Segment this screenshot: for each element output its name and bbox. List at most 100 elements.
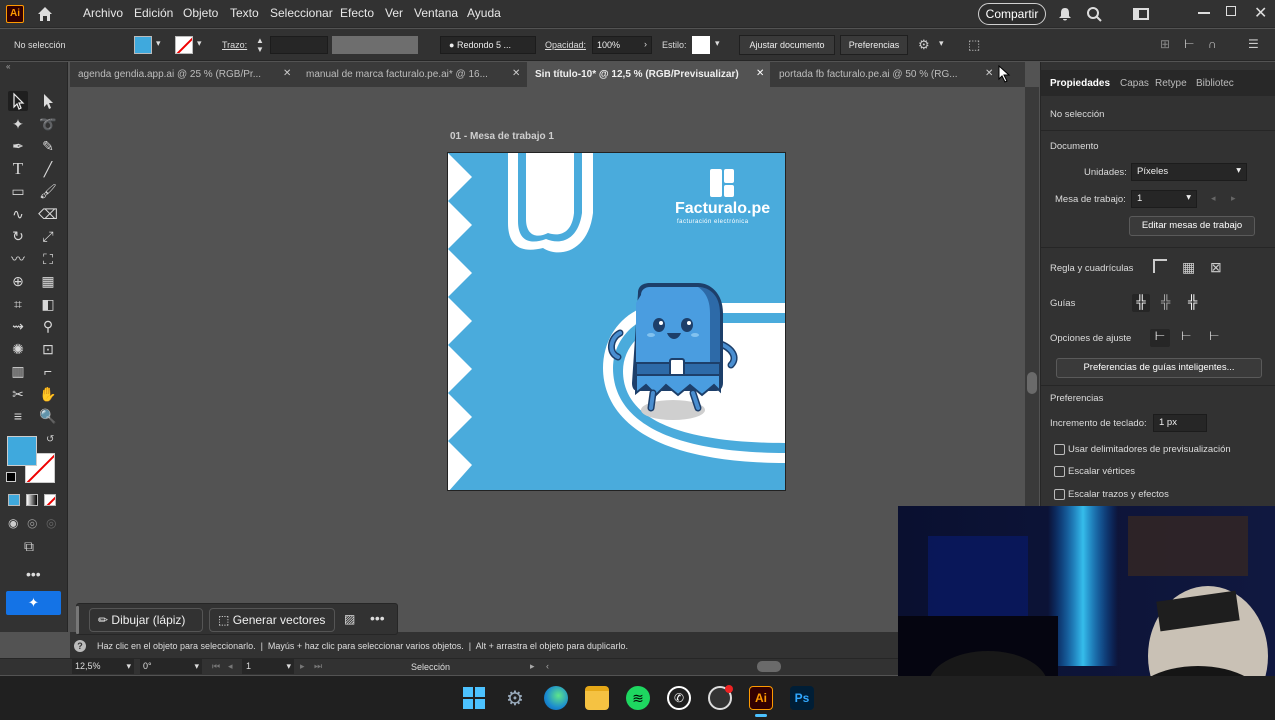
zoom-field[interactable]: 12,5% ▾ (72, 659, 134, 674)
workspace-icon[interactable] (1133, 8, 1149, 20)
prev-artboard-icon[interactable]: ◂ (1211, 193, 1216, 204)
gradient-icon[interactable]: ◧ (38, 294, 58, 314)
opacity-input[interactable]: 100% (592, 36, 652, 54)
stepper-icon[interactable]: ▲ ▼ (256, 36, 264, 54)
image-icon[interactable]: ▨ (344, 612, 355, 626)
close-icon[interactable]: ✕ (283, 68, 291, 79)
lock-guides-icon[interactable]: ╬ (1161, 294, 1170, 309)
scroll-thumb[interactable] (1027, 372, 1037, 394)
perspective-icon[interactable]: ▦ (38, 271, 58, 291)
swap-colors-icon[interactable]: ↺ (46, 434, 54, 445)
snap-pixel-icon[interactable]: ⊢ (1181, 329, 1191, 343)
style-swatch[interactable] (692, 36, 710, 54)
graph-tool-icon[interactable]: ▥ (8, 361, 28, 381)
tab-agenda[interactable]: agenda gendia.app.ai @ 25 % (RGB/Pr... (70, 62, 302, 87)
keyboard-increment-input[interactable]: 1 px (1153, 414, 1207, 432)
tab-bibliotecas[interactable]: Bibliotec (1196, 78, 1234, 89)
whatsapp-icon[interactable]: ✆ (667, 686, 691, 710)
chevron-down-icon[interactable]: ▾ (715, 38, 720, 49)
photoshop-icon[interactable]: Ps (790, 686, 814, 710)
stroke-swatch[interactable] (175, 36, 193, 54)
horizontal-scroll-thumb[interactable] (757, 661, 781, 672)
restore-icon[interactable] (1226, 6, 1236, 16)
export-icon[interactable]: ⬚ (968, 37, 980, 53)
variable-width-profile[interactable] (332, 36, 418, 54)
transform-icon[interactable]: ∩ (1208, 37, 1217, 51)
tab-retype[interactable]: Retype (1155, 78, 1187, 89)
ruler-icon[interactable] (1153, 259, 1167, 273)
next-artboard-icon[interactable]: ▸ (300, 661, 305, 672)
collapse-icon[interactable]: « (6, 62, 10, 71)
type-tool-icon[interactable]: T (8, 159, 28, 179)
preferences-button[interactable]: Preferencias (840, 35, 908, 55)
shaper-icon[interactable]: ∿ (8, 204, 28, 224)
curvature-icon[interactable]: ✎ (38, 136, 58, 156)
edit-artboards-button[interactable]: Editar mesas de trabajo (1129, 216, 1255, 236)
draw-inside-icon[interactable]: ◎ (46, 516, 56, 530)
chart-tool-icon[interactable]: ≡ (8, 406, 28, 426)
distribute-icon[interactable]: ⊞ (1160, 37, 1170, 51)
lasso-icon[interactable]: ➰ (38, 114, 58, 134)
fill-color-box[interactable] (7, 436, 37, 466)
tab-manual[interactable]: manual de marca facturalo.pe.ai* @ 16... (298, 62, 530, 87)
menu-ver[interactable]: Ver (385, 6, 403, 20)
pen-tool-icon[interactable]: ✒ (8, 136, 28, 156)
drag-handle-icon[interactable] (76, 606, 79, 634)
opacity-label[interactable]: Opacidad: (545, 40, 586, 50)
selection-tool-icon[interactable] (8, 91, 28, 111)
close-icon[interactable]: ✕ (756, 68, 764, 79)
share-button[interactable]: Compartir (978, 3, 1046, 25)
pixel-grid-icon[interactable]: ⊠ (1210, 259, 1222, 276)
menu-ventana[interactable]: Ventana (414, 6, 458, 20)
gradient-mode-icon[interactable] (26, 494, 38, 506)
artboard[interactable]: Facturalo.pe facturación electrónica (447, 152, 786, 491)
grid-icon[interactable]: ▦ (1182, 259, 1195, 276)
more-options-icon[interactable]: ••• (370, 610, 385, 626)
rotate-icon[interactable]: ↻ (8, 226, 28, 246)
rectangle-tool-icon[interactable]: ▭ (8, 181, 28, 201)
menu-edicion[interactable]: Edición (134, 6, 173, 20)
artboard-name[interactable]: 01 - Mesa de trabajo 1 (450, 131, 554, 142)
draw-pencil-button[interactable]: ✏ Dibujar (lápiz) (89, 608, 203, 632)
shape-builder-icon[interactable]: ⊕ (8, 271, 28, 291)
tab-capas[interactable]: Capas (1120, 78, 1149, 89)
menu-seleccionar[interactable]: Seleccionar (270, 6, 333, 20)
align-icon[interactable]: ⚙ (918, 37, 930, 53)
none-mode-icon[interactable] (44, 494, 56, 506)
close-icon[interactable]: ✕ (512, 68, 520, 79)
close-icon[interactable]: ✕ (985, 68, 993, 79)
free-transform-icon[interactable]: ⛶ (38, 249, 58, 269)
smart-guides-icon[interactable]: ╬ (1188, 294, 1197, 309)
edge-icon[interactable] (544, 686, 568, 710)
menu-objeto[interactable]: Objeto (183, 6, 218, 20)
magic-wand-icon[interactable]: ✦ (8, 114, 28, 134)
scale-icon[interactable]: ⤢ (38, 226, 58, 246)
menu-texto[interactable]: Texto (230, 6, 259, 20)
eraser-icon[interactable]: ⌫ (38, 204, 58, 224)
preview-bounds-checkbox[interactable] (1054, 444, 1065, 455)
stroke-weight-input[interactable] (270, 36, 328, 54)
chevron-down-icon[interactable]: ▾ (939, 38, 944, 49)
artboard-nav-field[interactable]: 1 ▾ (242, 659, 294, 674)
smart-guides-prefs-button[interactable]: Preferencias de guías inteligentes... (1056, 358, 1262, 378)
more-tools-icon[interactable]: ••• (26, 566, 41, 582)
chevron-left-icon[interactable]: ‹ (546, 661, 549, 671)
rotation-field[interactable]: 0° ▾ (140, 659, 202, 674)
screen-mode-icon[interactable]: ⧉ (24, 538, 34, 555)
play-icon[interactable]: ▸ (530, 661, 535, 672)
first-artboard-icon[interactable]: ⏮ (212, 661, 220, 672)
direct-selection-icon[interactable] (38, 91, 58, 111)
illustrator-icon[interactable]: Ai (749, 686, 773, 710)
menu-archivo[interactable]: Archivo (83, 6, 123, 20)
chevron-down-icon[interactable]: ▾ (197, 38, 202, 49)
stroke-label[interactable]: Trazo: (222, 40, 247, 50)
canvas[interactable]: 01 - Mesa de trabajo 1 Facturalo.pe fact… (70, 64, 1025, 632)
spotify-icon[interactable]: ≋ (626, 686, 650, 710)
scale-corners-checkbox[interactable] (1054, 466, 1065, 477)
tab-portada[interactable]: portada fb facturalo.pe.ai @ 50 % (RG... (771, 62, 1003, 87)
brush-definition[interactable]: ● Redondo 5 ... (440, 36, 536, 54)
last-artboard-icon[interactable]: ⏭ (314, 661, 322, 672)
obs-icon[interactable] (708, 685, 733, 710)
draw-behind-icon[interactable]: ◎ (27, 516, 37, 530)
snap-icon[interactable]: ⊢ (1184, 37, 1194, 51)
